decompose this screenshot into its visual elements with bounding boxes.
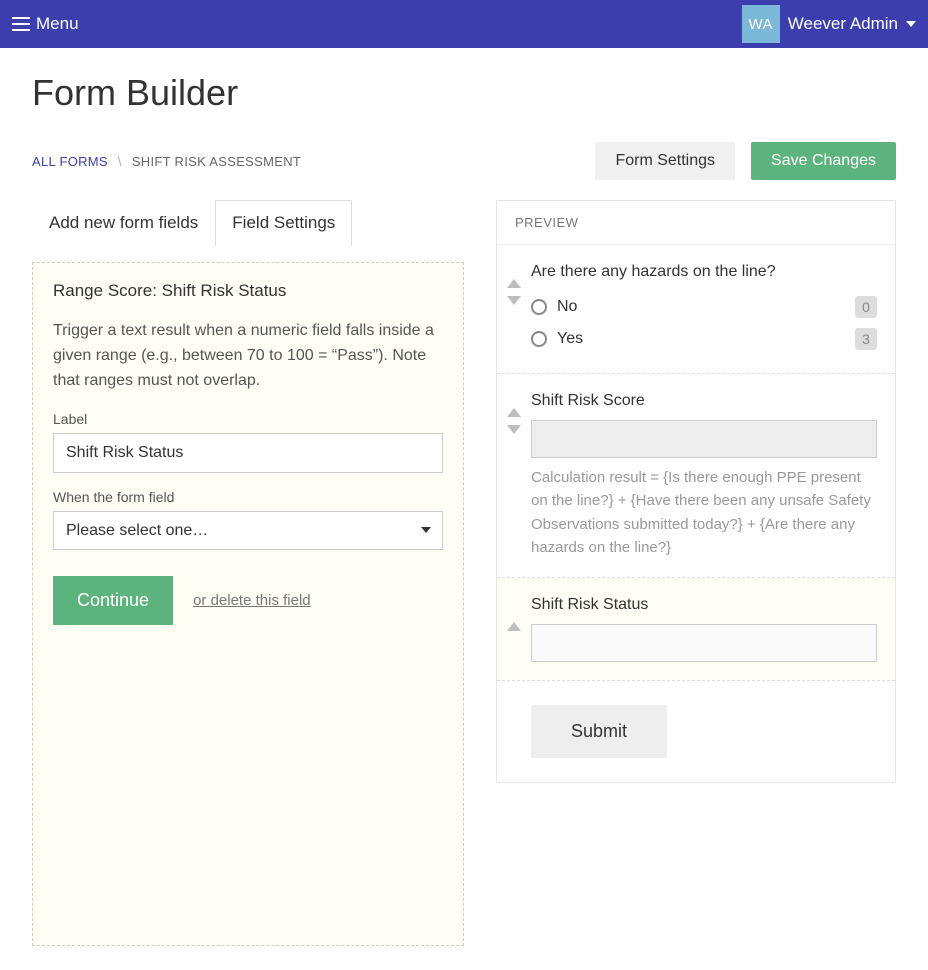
move-down-icon[interactable]	[507, 296, 521, 305]
question-label: Are there any hazards on the line?	[531, 263, 877, 281]
tab-field-settings[interactable]: Field Settings	[215, 200, 352, 246]
page-title: Form Builder	[32, 72, 896, 114]
radio-option[interactable]: Yes 3	[531, 323, 877, 355]
radio-icon	[531, 299, 547, 315]
radio-icon	[531, 331, 547, 347]
label-field-label: Label	[53, 411, 443, 427]
calculation-text: Calculation result = {Is there enough PP…	[531, 466, 877, 559]
move-up-icon[interactable]	[507, 408, 521, 417]
condition-select[interactable]: Please select one…	[53, 511, 443, 550]
form-settings-button[interactable]: Form Settings	[595, 142, 735, 180]
preview-panel: PREVIEW Are there any hazards on the lin…	[496, 200, 896, 783]
score-readonly-input	[531, 420, 877, 458]
settings-heading: Range Score: Shift Risk Status	[53, 281, 443, 301]
radio-option[interactable]: No 0	[531, 291, 877, 323]
score-badge: 0	[855, 296, 877, 318]
score-badge: 3	[855, 328, 877, 350]
field-label: Shift Risk Status	[531, 596, 877, 614]
delete-field-link[interactable]: or delete this field	[193, 592, 311, 609]
field-label: Shift Risk Score	[531, 392, 877, 410]
top-bar: Menu WA Weever Admin	[0, 0, 928, 48]
field-settings-panel: Range Score: Shift Risk Status Trigger a…	[32, 262, 464, 946]
breadcrumb-root[interactable]: ALL FORMS	[32, 154, 108, 169]
breadcrumb-sep: \	[118, 154, 122, 169]
breadcrumb-current: SHIFT RISK ASSESSMENT	[132, 154, 301, 169]
move-up-icon[interactable]	[507, 279, 521, 288]
radio-label: No	[557, 298, 577, 316]
radio-label: Yes	[557, 330, 583, 348]
user-menu[interactable]: WA Weever Admin	[742, 5, 916, 43]
move-up-icon[interactable]	[507, 622, 521, 631]
preview-submit-area: Submit	[497, 680, 895, 782]
chevron-down-icon	[906, 21, 916, 27]
save-changes-button[interactable]: Save Changes	[751, 142, 896, 180]
preview-field-status[interactable]: Shift Risk Status	[497, 577, 895, 680]
menu-label: Menu	[36, 14, 79, 34]
tab-add-new-fields[interactable]: Add new form fields	[32, 200, 215, 246]
submit-button[interactable]: Submit	[531, 705, 667, 758]
menu-button[interactable]: Menu	[12, 14, 79, 34]
preview-field-score: Shift Risk Score Calculation result = {I…	[497, 373, 895, 577]
label-input[interactable]	[53, 433, 443, 473]
tabset: Add new form fields Field Settings	[32, 200, 464, 246]
hamburger-icon	[12, 17, 30, 31]
continue-button[interactable]: Continue	[53, 576, 173, 625]
settings-description: Trigger a text result when a numeric fie…	[53, 319, 443, 393]
preview-field-hazards: Are there any hazards on the line? No 0	[497, 245, 895, 373]
avatar: WA	[742, 5, 780, 43]
move-down-icon[interactable]	[507, 425, 521, 434]
status-readonly-input	[531, 624, 877, 662]
condition-label: When the form field	[53, 489, 443, 505]
preview-title: PREVIEW	[497, 201, 895, 245]
user-name: Weever Admin	[788, 14, 898, 34]
breadcrumb: ALL FORMS \ SHIFT RISK ASSESSMENT	[32, 154, 301, 169]
